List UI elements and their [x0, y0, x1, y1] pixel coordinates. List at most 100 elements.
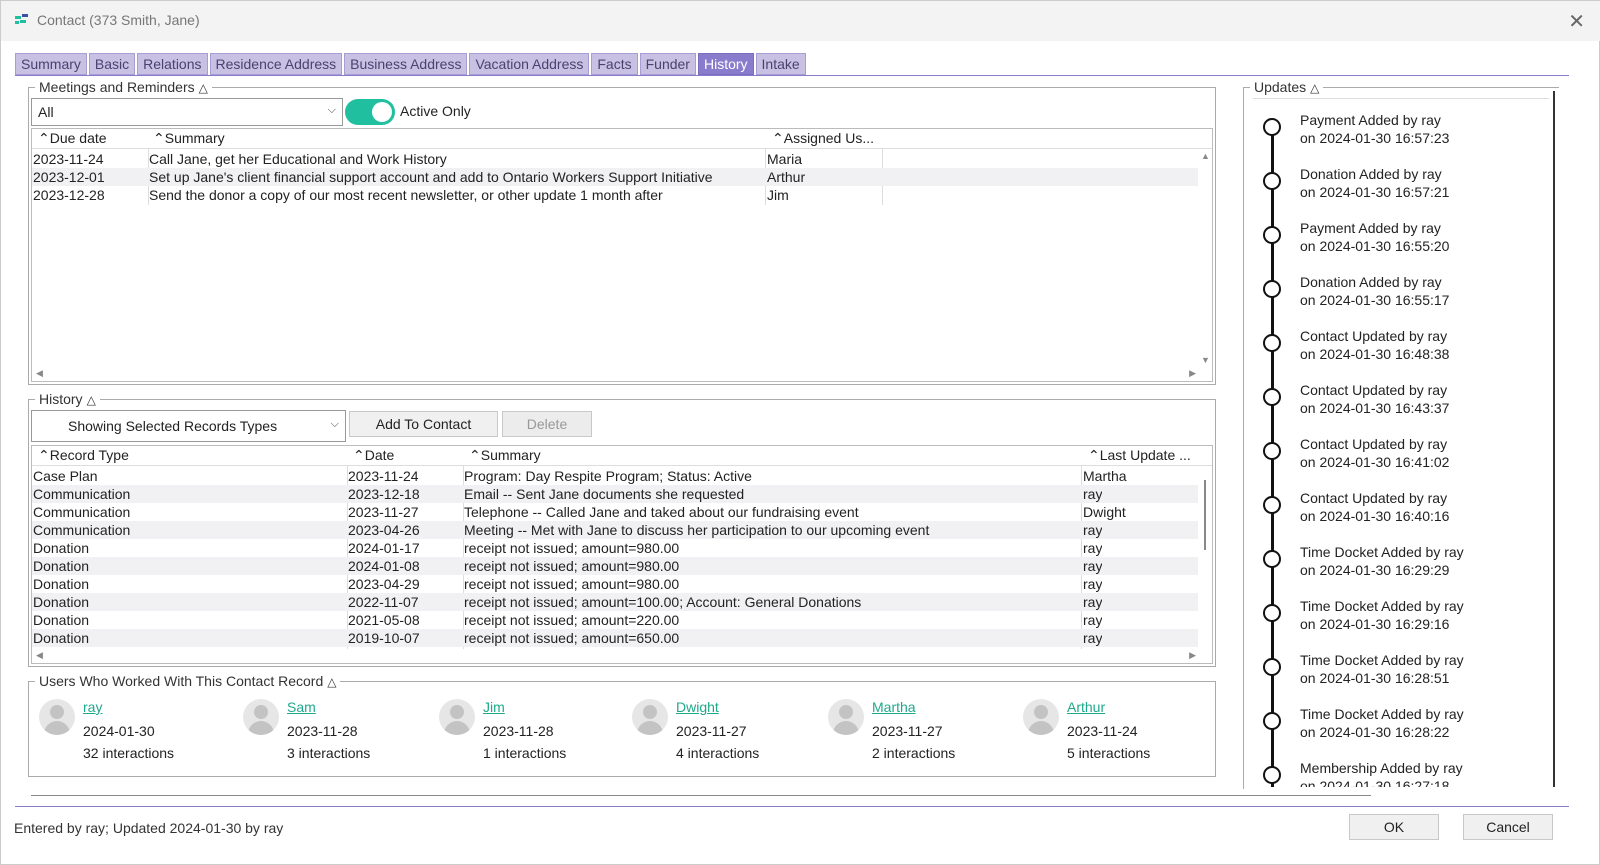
meetings-filter-select[interactable]: All ⌵	[31, 98, 343, 126]
table-row[interactable]: 2023-12-28 Send the donor a copy of our …	[32, 186, 1212, 204]
tab-facts[interactable]: Facts	[591, 53, 638, 75]
tab-history[interactable]: History	[697, 53, 754, 75]
table-row[interactable]: Communication 2023-04-26 Meeting -- Met …	[32, 521, 1212, 539]
update-time: on 2024-01-30 16:55:20	[1300, 238, 1450, 254]
timeline-node-icon	[1263, 550, 1281, 568]
table-row[interactable]: Donation 2023-04-29 receipt not issued; …	[32, 575, 1212, 593]
history-legend[interactable]: History △	[35, 391, 100, 407]
meetings-horizontal-scrollbar[interactable]: ◀ ▶	[32, 367, 1200, 381]
update-title: Payment Added by ray	[1300, 220, 1441, 236]
tab-relations[interactable]: Relations	[137, 53, 208, 75]
cancel-button[interactable]: Cancel	[1463, 814, 1553, 840]
tab-funder[interactable]: Funder	[639, 53, 696, 75]
close-icon[interactable]: ✕	[1568, 9, 1585, 34]
sort-up-icon: ⌃	[153, 130, 165, 146]
tab-business-address[interactable]: Business Address	[344, 53, 468, 75]
column-header-date[interactable]: ⌃Date	[353, 447, 394, 464]
update-title: Time Docket Added by ray	[1300, 652, 1464, 668]
history-vertical-scrollbar[interactable]	[1198, 466, 1212, 650]
column-header-summary[interactable]: ⌃Summary	[469, 447, 541, 464]
update-title: Time Docket Added by ray	[1300, 598, 1464, 614]
timeline-node-icon	[1263, 226, 1281, 244]
tab-intake[interactable]: Intake	[755, 53, 806, 75]
timeline-node-icon	[1263, 766, 1281, 784]
table-row[interactable]: Donation 2024-01-17 receipt not issued; …	[32, 539, 1212, 557]
update-time: on 2024-01-30 16:29:16	[1300, 616, 1450, 632]
table-row[interactable]: Donation 2022-11-07 receipt not issued; …	[32, 593, 1212, 611]
add-to-contact-button[interactable]: Add To Contact	[349, 411, 498, 437]
user-card: Jim 2023-11-28 1 interactions	[439, 699, 619, 769]
scrollbar-thumb[interactable]	[1204, 480, 1206, 550]
table-row[interactable]: 2023-12-01 Set up Jane's client financia…	[32, 168, 1212, 186]
history-horizontal-scrollbar[interactable]: ◀ ▶	[32, 649, 1200, 663]
app-logo-icon	[15, 14, 28, 24]
date-cell: 2024-01-08	[348, 558, 420, 574]
table-row[interactable]: 2023-11-24 Call Jane, get her Educationa…	[32, 150, 1212, 168]
tab-summary[interactable]: Summary	[15, 53, 87, 75]
table-row[interactable]: Donation 2021-05-08 receipt not issued; …	[32, 611, 1212, 629]
table-row[interactable]: Donation 2019-10-07 receipt not issued; …	[32, 629, 1212, 647]
table-row[interactable]: Communication 2023-12-18 Email -- Sent J…	[32, 485, 1212, 503]
update-item: Membership Added by ray on 2024-01-30 16:…	[1261, 760, 1541, 787]
column-header-summary[interactable]: ⌃Summary	[153, 130, 225, 147]
sort-up-icon: ⌃	[38, 130, 50, 146]
timeline-node-icon	[1263, 604, 1281, 622]
timeline-node-icon	[1263, 118, 1281, 136]
last-update-cell: ray	[1083, 540, 1103, 556]
due-date-cell: 2023-11-24	[33, 151, 104, 167]
summary-cell: Send the donor a copy of our most recent…	[149, 187, 663, 203]
scroll-left-icon[interactable]: ◀	[36, 368, 43, 379]
user-link[interactable]: Sam	[287, 699, 316, 715]
users-legend[interactable]: Users Who Worked With This Contact Recor…	[35, 673, 341, 689]
update-title: Time Docket Added by ray	[1300, 544, 1464, 560]
summary-cell: receipt not issued; amount=100.00; Accou…	[464, 594, 862, 610]
tab-vacation-address[interactable]: Vacation Address	[469, 53, 590, 75]
chevron-down-icon: ⌵	[330, 418, 339, 430]
column-header-due-date[interactable]: ⌃Due date	[38, 130, 107, 147]
last-update-cell: ray	[1083, 558, 1103, 574]
meetings-vertical-scrollbar[interactable]: ▲ ▼	[1198, 149, 1212, 367]
update-title: Payment Added by ray	[1300, 112, 1441, 128]
tab-strip: Summary Basic Relations Residence Addres…	[15, 53, 806, 75]
update-time: on 2024-01-30 16:57:23	[1300, 130, 1450, 146]
column-header-record-type[interactable]: ⌃Record Type	[38, 447, 129, 464]
last-update-cell: ray	[1083, 594, 1103, 610]
user-link[interactable]: Martha	[872, 699, 916, 715]
column-header-assigned-user[interactable]: ⌃Assigned Us...	[772, 130, 874, 147]
meetings-legend[interactable]: Meetings and Reminders △	[35, 79, 212, 95]
tab-residence-address[interactable]: Residence Address	[209, 53, 343, 75]
history-filter-select[interactable]: Showing Selected Records Types ⌵	[31, 410, 346, 442]
user-link[interactable]: Dwight	[676, 699, 719, 715]
active-only-toggle[interactable]	[345, 99, 395, 125]
delete-button[interactable]: Delete	[502, 411, 592, 437]
update-time: on 2024-01-30 16:41:02	[1300, 454, 1450, 470]
table-row[interactable]: Donation 2024-01-08 receipt not issued; …	[32, 557, 1212, 575]
user-link[interactable]: ray	[83, 699, 102, 715]
tab-basic[interactable]: Basic	[88, 53, 136, 75]
update-item: Payment Added by ray on 2024-01-30 16:57:…	[1261, 112, 1541, 158]
scroll-right-icon[interactable]: ▶	[1189, 368, 1196, 379]
record-type-cell: Communication	[33, 504, 131, 520]
user-avatar-icon	[632, 699, 668, 735]
date-cell: 2023-04-29	[348, 576, 420, 592]
history-table: ⌃Record Type ⌃Date ⌃Summary ⌃Last Update…	[31, 445, 1213, 664]
user-card: Arthur 2023-11-24 5 interactions	[1023, 699, 1203, 769]
date-cell: 2021-05-08	[348, 612, 420, 628]
summary-cell: Telephone -- Called Jane and taked about…	[464, 504, 859, 520]
scroll-right-icon[interactable]: ▶	[1189, 650, 1196, 661]
updates-timeline: Payment Added by ray on 2024-01-30 16:57:…	[1241, 87, 1559, 787]
record-type-cell: Donation	[33, 540, 90, 556]
scroll-left-icon[interactable]: ◀	[36, 650, 43, 661]
date-cell: 2022-11-07	[348, 594, 419, 610]
table-row[interactable]: Communication 2023-11-27 Telephone -- Ca…	[32, 503, 1212, 521]
scroll-up-icon[interactable]: ▲	[1201, 151, 1210, 161]
ok-button[interactable]: OK	[1349, 814, 1439, 840]
user-link[interactable]: Arthur	[1067, 699, 1105, 715]
date-cell: 2023-11-24	[348, 468, 419, 484]
scroll-down-icon[interactable]: ▼	[1201, 355, 1210, 365]
table-row[interactable]: Case Plan 2023-11-24 Program: Day Respit…	[32, 467, 1212, 485]
date-cell: 2023-04-26	[348, 522, 420, 538]
user-link[interactable]: Jim	[483, 699, 505, 715]
column-header-last-update[interactable]: ⌃Last Update ...	[1088, 447, 1191, 464]
date-cell: 2023-11-27	[348, 504, 419, 520]
